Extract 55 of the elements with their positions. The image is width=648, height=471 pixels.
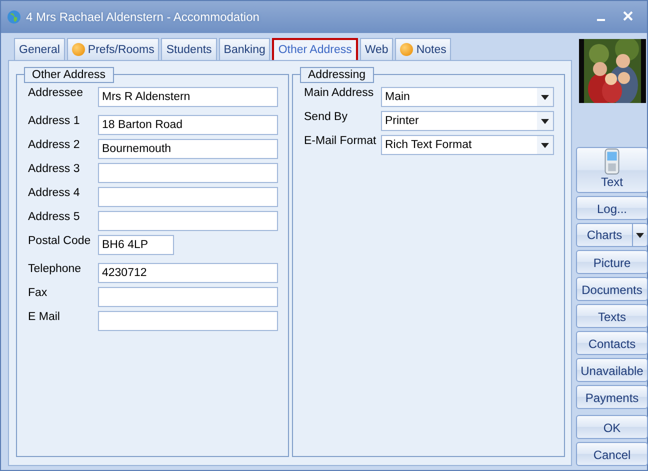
globe-icon [7, 10, 21, 24]
charts-button[interactable]: Charts [577, 224, 633, 246]
tab[interactable]: General [14, 38, 65, 60]
field-label: E Mail [28, 311, 61, 323]
dropdown-arrow-icon [541, 142, 549, 148]
group-title: Addressing [300, 67, 374, 83]
field-label: Main Address [304, 87, 375, 99]
side-button[interactable]: Unavailable [576, 358, 648, 382]
text-button[interactable]: Text [576, 147, 648, 193]
tab[interactable]: Prefs/Rooms [66, 38, 160, 60]
field-label: E-Mail Format [304, 135, 378, 147]
ok-button[interactable]: OK [576, 415, 648, 439]
dropdown[interactable]: Rich Text Format [381, 135, 554, 155]
field-label: Address 3 [28, 163, 81, 175]
field-label: Address 2 [28, 139, 81, 151]
mobile-phone-icon [604, 148, 620, 175]
side-button[interactable]: Picture [576, 250, 648, 274]
dropdown-arrow-icon [541, 118, 549, 124]
field-label: Addressee [28, 87, 84, 99]
side-button[interactable]: Contacts [576, 331, 648, 355]
text-field[interactable]: 4230712 [98, 263, 278, 283]
dropdown[interactable]: Main [381, 87, 554, 107]
close-icon [623, 11, 633, 21]
dropdown-arrow-icon [541, 94, 549, 100]
text-field[interactable] [98, 211, 278, 231]
side-button[interactable]: Cancel [576, 442, 648, 466]
text-field[interactable]: 18 Barton Road [98, 115, 278, 135]
dropdown-arrow-icon [636, 232, 644, 238]
text-field[interactable]: Bournemouth [98, 139, 278, 159]
field-label: Telephone [28, 263, 82, 275]
field-label: Send By [304, 111, 348, 123]
tab[interactable]: Web [360, 38, 394, 60]
field-label: Postal Code [28, 235, 92, 247]
text-field[interactable]: BH6 4LP [98, 235, 174, 255]
tab[interactable]: Notes [395, 38, 452, 60]
group-title: Other Address [24, 67, 114, 83]
dropdown[interactable]: Printer [381, 111, 554, 131]
text-field[interactable] [98, 187, 278, 207]
tab[interactable]: Banking [218, 38, 270, 60]
text-field[interactable]: Mrs R Aldenstern [98, 87, 278, 107]
tab[interactable]: Students [161, 38, 217, 60]
text-field[interactable] [98, 311, 278, 331]
tab[interactable]: Other Address [272, 38, 358, 60]
field-label: Fax [28, 287, 48, 299]
side-button[interactable]: Texts [576, 304, 648, 328]
field-label: Address 5 [28, 211, 81, 223]
field-label: Address 4 [28, 187, 81, 199]
side-button[interactable]: Log... [576, 196, 648, 220]
side-button[interactable]: Payments [576, 385, 648, 409]
window-title: 4 Mrs Rachael Aldenstern - Accommodation [26, 10, 260, 24]
text-field[interactable] [98, 287, 278, 307]
side-button[interactable]: Documents [576, 277, 648, 301]
charts-split-button[interactable]: Charts [576, 223, 648, 247]
field-label: Address 1 [28, 115, 81, 127]
text-field[interactable] [98, 163, 278, 183]
